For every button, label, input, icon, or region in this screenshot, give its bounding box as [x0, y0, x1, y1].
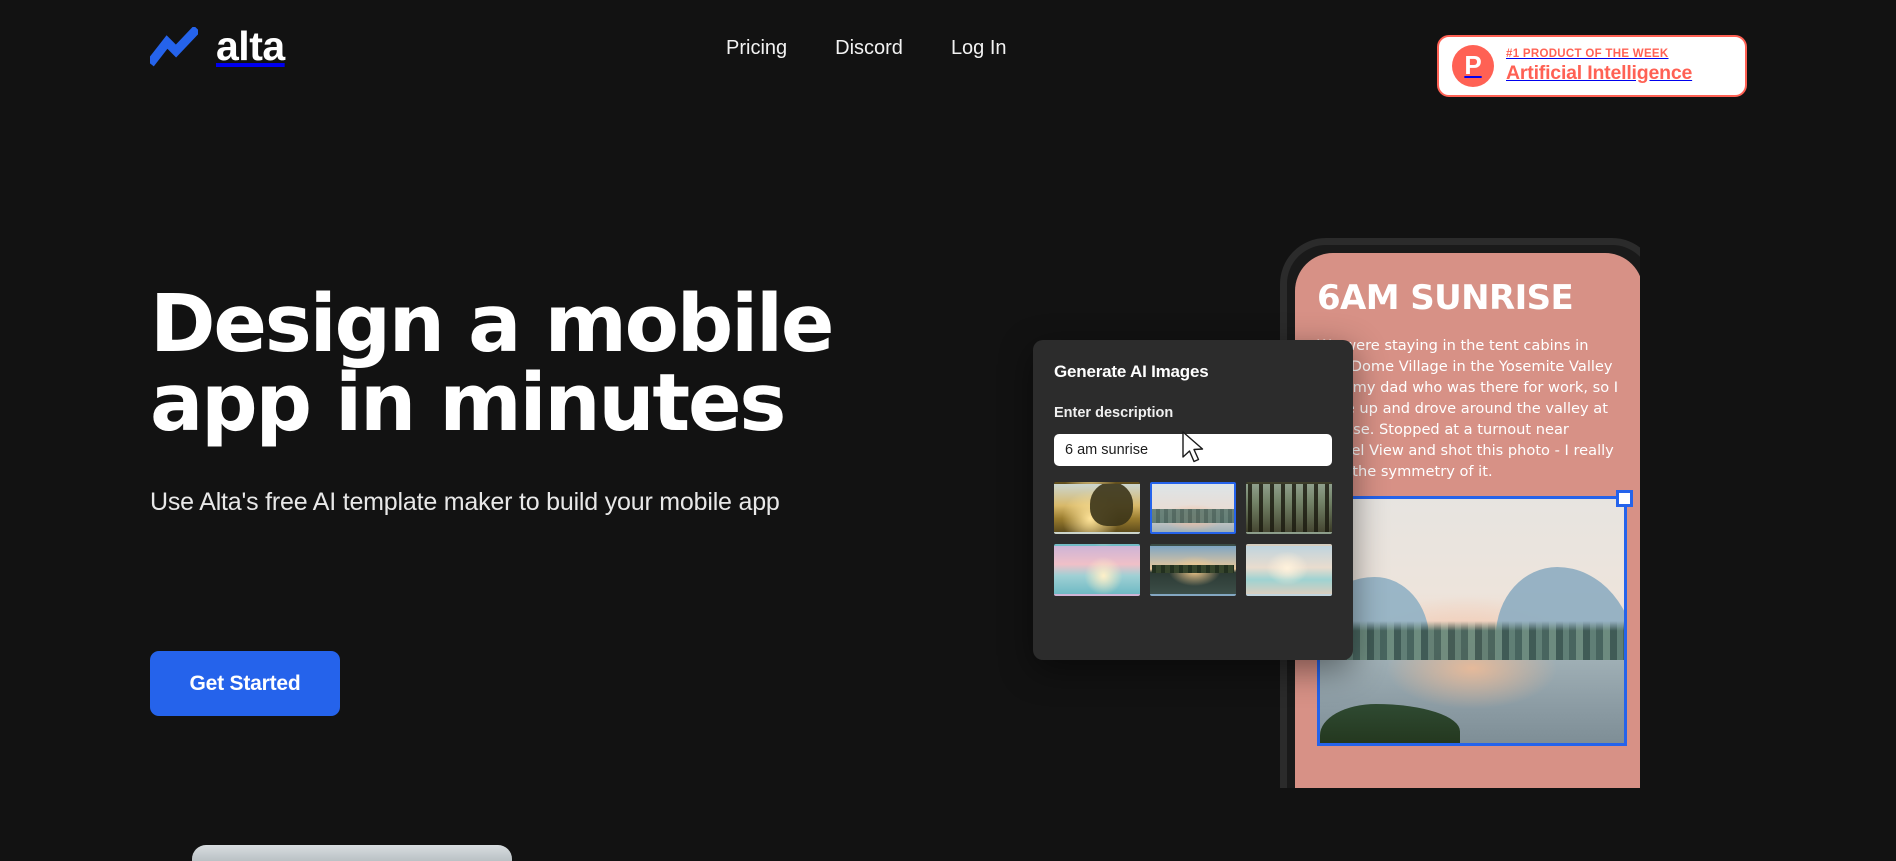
resize-handle-top-right[interactable]: [1616, 489, 1633, 507]
navbar: alta Pricing Discord Log In P #1 PRODUCT…: [0, 0, 1896, 102]
chart-zigzag-icon: [150, 26, 198, 66]
landscape-treeline: [1320, 620, 1624, 665]
bottom-preview-card: [192, 845, 512, 861]
nav-item-login[interactable]: Log In: [951, 36, 1007, 60]
ai-image-results-grid: [1054, 481, 1332, 596]
ai-result-thumbnail-6[interactable]: [1246, 544, 1332, 596]
phone-body-text: We were staying in the tent cabins in Ha…: [1317, 336, 1619, 480]
generate-ai-images-panel: Generate AI Images Enter description: [1033, 340, 1353, 660]
ai-result-thumbnail-4[interactable]: [1054, 544, 1140, 596]
ai-result-thumbnail-3[interactable]: [1246, 481, 1332, 534]
product-hunt-badge[interactable]: P #1 PRODUCT OF THE WEEK Artificial Inte…: [1437, 35, 1747, 97]
nav-item-discord[interactable]: Discord: [835, 36, 903, 60]
phone-heading: 6AM SUNRISE: [1317, 278, 1574, 318]
nav-links: Pricing Discord Log In: [726, 36, 1007, 60]
ai-result-thumbnail-1[interactable]: [1054, 482, 1140, 534]
product-hunt-kicker: #1 PRODUCT OF THE WEEK: [1506, 47, 1669, 60]
hero-subtitle: Use Alta's free AI template maker to bui…: [150, 488, 780, 516]
ai-result-thumbnail-2[interactable]: [1150, 481, 1236, 534]
phone-image-selection[interactable]: [1317, 489, 1633, 746]
page-title: Design a mobile app in minutes: [150, 285, 870, 443]
description-input[interactable]: [1054, 433, 1332, 466]
brand-name: alta: [216, 23, 285, 69]
panel-title: Generate AI Images: [1054, 362, 1209, 381]
product-hunt-logo-icon: P: [1452, 45, 1494, 87]
hero-title-line-2: app in minutes: [150, 357, 786, 449]
description-field-label: Enter description: [1054, 405, 1174, 422]
brand-logo[interactable]: alta: [150, 26, 285, 67]
product-hunt-badge-text: #1 PRODUCT OF THE WEEK Artificial Intell…: [1506, 48, 1692, 85]
hero-section: Design a mobile app in minutes Use Alta'…: [150, 285, 870, 521]
nav-item-pricing[interactable]: Pricing: [726, 36, 787, 60]
get-started-button[interactable]: Get Started: [150, 651, 340, 716]
product-hunt-title: Artificial Intelligence: [1506, 61, 1693, 84]
phone-image: [1320, 498, 1624, 743]
ai-result-thumbnail-5[interactable]: [1150, 544, 1236, 596]
